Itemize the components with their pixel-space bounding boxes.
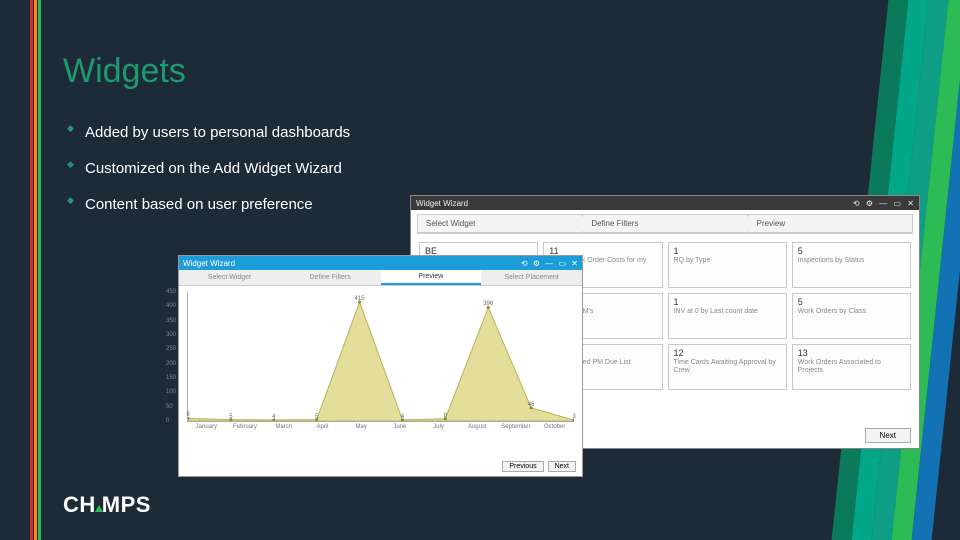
window-titlebar: Widget Wizard ⟲ ⚙ — ▭ ✕ bbox=[179, 256, 582, 270]
page-title: Widgets bbox=[63, 52, 186, 91]
maximize-icon[interactable]: ▭ bbox=[894, 199, 902, 208]
window-title: Widget Wizard bbox=[183, 259, 235, 268]
close-icon[interactable]: ✕ bbox=[907, 199, 914, 208]
step-select-widget[interactable]: Select Widget bbox=[417, 214, 582, 233]
window-title: Widget Wizard bbox=[416, 199, 468, 208]
list-item: Added by users to personal dashboards bbox=[67, 118, 350, 148]
step-select-widget[interactable]: Select Widget bbox=[179, 270, 280, 285]
close-icon[interactable]: ✕ bbox=[571, 259, 578, 268]
list-item: Customized on the Add Widget Wizard bbox=[67, 154, 350, 184]
wizard-steps: Select Widget Define Filters Preview bbox=[417, 214, 913, 234]
widget-tile[interactable]: 1RQ by Type bbox=[668, 242, 787, 288]
refresh-icon[interactable]: ⟲ bbox=[853, 199, 860, 208]
line-chart: 0501001502002503003504004509545415483964… bbox=[187, 292, 574, 422]
step-define-filters[interactable]: Define Filters bbox=[582, 214, 747, 233]
window-controls: ⟲ ⚙ — ▭ ✕ bbox=[849, 199, 914, 208]
previous-button[interactable]: Previous bbox=[502, 461, 543, 472]
window-titlebar: Widget Wizard ⟲ ⚙ — ▭ ✕ bbox=[411, 196, 919, 210]
refresh-icon[interactable]: ⟲ bbox=[521, 259, 528, 268]
widget-tile[interactable]: 5Inspections by Status bbox=[792, 242, 911, 288]
widget-tile[interactable]: 12Time Cards Awaiting Approval by Crew bbox=[668, 344, 787, 390]
widget-wizard-preview-window: Widget Wizard ⟲ ⚙ — ▭ ✕ Select Widget De… bbox=[178, 255, 583, 477]
widget-tile[interactable]: 1INV at 0 by Last count date bbox=[668, 293, 787, 339]
triangle-icon bbox=[95, 505, 103, 512]
step-define-filters[interactable]: Define Filters bbox=[280, 270, 381, 285]
next-button[interactable]: Next bbox=[865, 428, 911, 443]
x-axis-labels: JanuaryFebruaryMarchAprilMayJuneJulyAugu… bbox=[187, 424, 574, 430]
widget-tile[interactable]: 13Work Orders Associated to Projects bbox=[792, 344, 911, 390]
minimize-icon[interactable]: — bbox=[545, 259, 553, 268]
minimize-icon[interactable]: — bbox=[879, 199, 887, 208]
list-item: Content based on user preference bbox=[67, 190, 350, 220]
left-accent-lines bbox=[30, 0, 42, 540]
widget-tile[interactable]: 5Work Orders by Class bbox=[792, 293, 911, 339]
gear-icon[interactable]: ⚙ bbox=[866, 199, 873, 208]
bullet-list: Added by users to personal dashboards Cu… bbox=[67, 118, 350, 226]
window-controls: ⟲ ⚙ — ▭ ✕ bbox=[518, 259, 578, 268]
chart-area: 0501001502002503003504004509545415483964… bbox=[179, 286, 582, 446]
step-select-placement[interactable]: Select Placement bbox=[481, 270, 582, 285]
next-button[interactable]: Next bbox=[548, 461, 576, 472]
brand-logo: CHMPS bbox=[63, 492, 151, 518]
step-preview[interactable]: Preview bbox=[748, 214, 913, 233]
step-preview[interactable]: Preview bbox=[381, 270, 482, 285]
maximize-icon[interactable]: ▭ bbox=[559, 259, 567, 268]
gear-icon[interactable]: ⚙ bbox=[533, 259, 540, 268]
wizard-steps: Select Widget Define Filters Preview Sel… bbox=[179, 270, 582, 286]
